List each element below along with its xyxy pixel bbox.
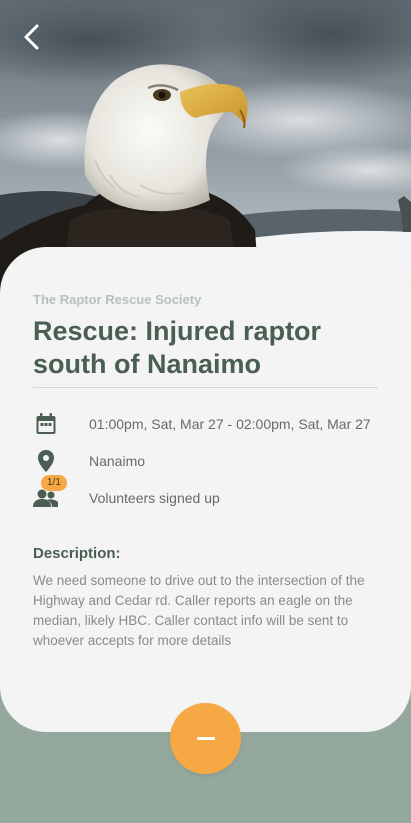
volunteer-count-badge: 1/1: [41, 475, 67, 491]
minus-icon: [196, 737, 215, 740]
location-row: Nanaimo: [33, 448, 145, 474]
location-text: Nanaimo: [89, 453, 146, 469]
event-detail-card: The Raptor Rescue Society Rescue: Injure…: [0, 247, 411, 732]
datetime-text: 01:00pm, Sat, Mar 27 - 02:00pm, Sat, Mar…: [89, 416, 371, 432]
description-text: We need someone to drive out to the inte…: [33, 573, 365, 648]
chevron-left-icon: [24, 24, 39, 50]
event-title: Rescue: Injured raptor south of Nanaimo: [33, 316, 322, 379]
volunteers-text: Volunteers signed up: [89, 490, 220, 506]
description-heading: Description:: [33, 545, 121, 562]
map-pin-icon: [33, 448, 59, 474]
withdraw-button[interactable]: [170, 703, 241, 774]
organization-name: The Raptor Rescue Society: [33, 292, 202, 307]
datetime-row: 01:00pm, Sat, Mar 27 - 02:00pm, Sat, Mar…: [33, 411, 371, 437]
calendar-icon: [33, 411, 59, 437]
people-icon: 1/1: [33, 475, 67, 511]
volunteers-row: 1/1 Volunteers signed up: [33, 475, 220, 511]
back-button[interactable]: [14, 20, 48, 54]
divider: [33, 387, 378, 388]
